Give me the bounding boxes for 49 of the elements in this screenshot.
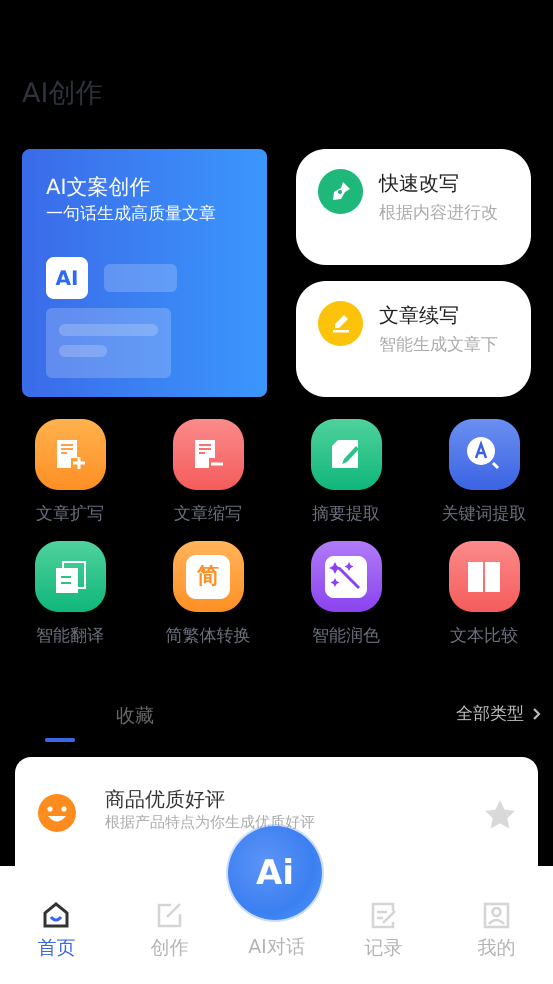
tool-label: 摘要提取 [312, 502, 380, 526]
profile-icon [482, 901, 511, 930]
tool-item[interactable]: 摘要提取 [277, 418, 415, 527]
edit-icon [155, 901, 184, 930]
tool-item[interactable]: 关键词提取 [415, 418, 553, 527]
tool-item[interactable]: 文章扩写 [1, 418, 139, 527]
hero-title: AI文案创作 [46, 174, 152, 200]
hero-subtitle: 一句话生成高质量文章 [46, 202, 217, 226]
tool-item[interactable]: 文本比较 [415, 541, 553, 650]
tool-label: 关键词提取 [442, 502, 526, 526]
all-types-link[interactable]: 全部类型 [456, 702, 524, 727]
tool-item[interactable]: 简 简繁体转换 [139, 541, 277, 650]
chevron-right-icon [532, 707, 541, 722]
page-title: AI创作 [22, 77, 104, 111]
tab[interactable]: 收藏 [102, 702, 168, 732]
feature-card[interactable]: 快速改写 根据内容进行改 [296, 148, 531, 264]
tool-item[interactable]: 智能翻译 [1, 541, 139, 650]
magic-wand-icon [310, 541, 382, 612]
feature-card[interactable]: 文章续写 智能生成文章下 [296, 280, 531, 396]
pen-nib-icon [318, 168, 363, 214]
text-icon: 简 [172, 541, 244, 612]
card-title: 文章续写 [379, 302, 460, 326]
home-icon [42, 901, 71, 930]
tool-label: 智能润色 [312, 625, 380, 648]
tool-label: 简繁体转换 [166, 625, 250, 648]
placeholder-line [59, 345, 107, 358]
card-title: 快速改写 [379, 170, 460, 194]
search-icon [448, 418, 520, 490]
nav-item[interactable]: 首页 [0, 900, 113, 984]
tool-label: 文本比较 [450, 625, 518, 648]
tool-label: 智能翻译 [36, 625, 104, 648]
documents-icon [34, 541, 106, 612]
document-edit-icon [310, 418, 382, 490]
tool-label: 文章扩写 [36, 502, 104, 526]
document-plus-icon [34, 418, 106, 490]
ai-logo: AI [46, 257, 88, 300]
notes-icon [369, 901, 398, 930]
template-title: 商品优质好评 [105, 786, 226, 810]
book-icon [448, 541, 520, 612]
pencil-icon [318, 300, 363, 346]
smiley-icon [37, 792, 77, 832]
document-minus-icon [172, 418, 244, 490]
card-description: 根据内容进行改 [379, 202, 498, 224]
card-description: 智能生成文章下 [379, 334, 498, 356]
tool-label: 文章缩写 [174, 502, 242, 526]
star-icon[interactable] [484, 798, 516, 830]
tool-item[interactable]: 文章缩写 [139, 418, 277, 527]
tool-item[interactable]: 智能润色 [277, 541, 415, 650]
hero-card[interactable]: AI文案创作 一句话生成高质量文章 AI [22, 148, 267, 396]
